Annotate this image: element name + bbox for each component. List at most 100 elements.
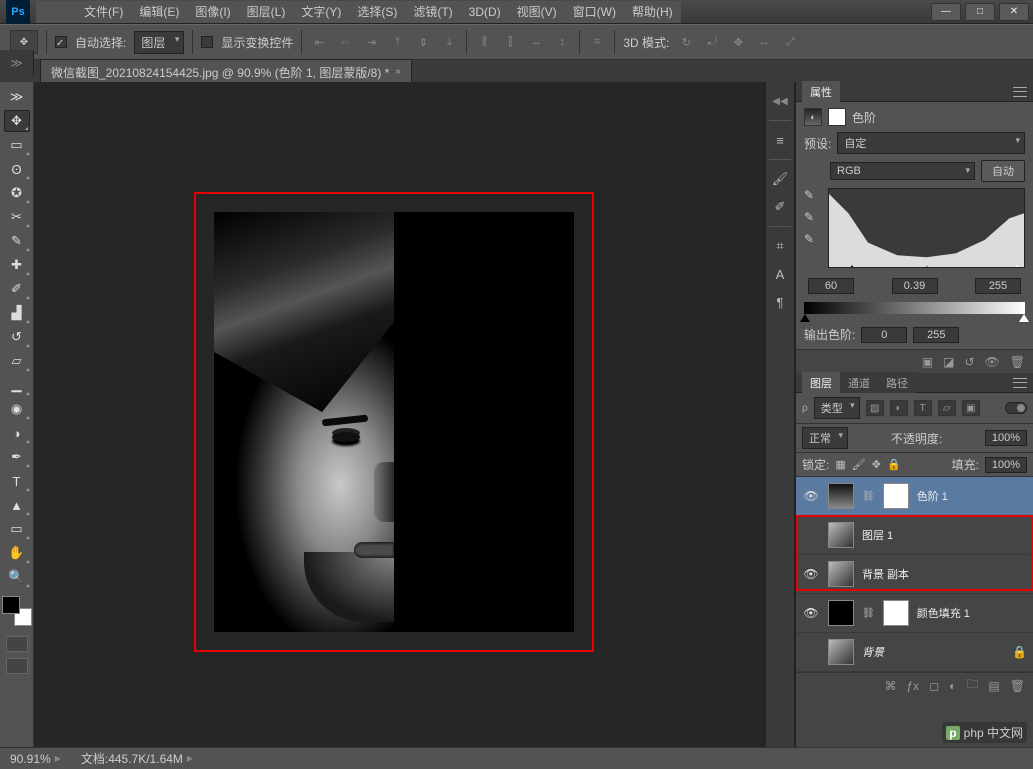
layers-tab[interactable]: 图层 (802, 372, 840, 394)
layer-style-icon[interactable]: ƒx (907, 679, 920, 693)
properties-menu-icon[interactable] (1013, 87, 1027, 97)
input-black-field[interactable]: 60 (808, 278, 854, 294)
quick-mask-toggle[interactable] (6, 636, 28, 652)
output-white-slider[interactable] (1019, 314, 1029, 322)
color-swatches[interactable] (2, 596, 32, 626)
channel-combo[interactable]: RGB (830, 162, 975, 180)
path-select-tool[interactable]: ▲ (4, 494, 30, 516)
layer-name[interactable]: 背景 副本 (862, 566, 909, 582)
layer-visibility-icon[interactable]: 👁 (802, 489, 820, 503)
mask-icon[interactable] (828, 108, 846, 126)
layer-name[interactable]: 色阶 1 (917, 488, 948, 504)
lock-position-icon[interactable]: ✥ (872, 458, 881, 471)
type-tool[interactable]: T (4, 470, 30, 492)
clip-to-layer-icon[interactable]: ▣ (922, 355, 933, 369)
menu-item[interactable]: 选择(S) (349, 3, 405, 20)
layer-row[interactable]: ▫ 图层 1 (796, 516, 1033, 555)
gradient-tool[interactable]: ▁ (4, 374, 30, 396)
align-center-v-icon[interactable]: ⇕ (414, 33, 432, 51)
shadow-slider[interactable] (847, 265, 857, 268)
preset-combo[interactable]: 自定 (837, 132, 1025, 154)
menu-item[interactable]: 视图(V) (509, 3, 565, 20)
character-panel-icon[interactable]: A (769, 263, 791, 285)
layer-visibility-icon[interactable]: ▫ (802, 528, 820, 542)
white-point-eyedropper-icon[interactable]: ✎ (804, 232, 820, 248)
align-left-icon[interactable]: ⇤ (310, 33, 328, 51)
output-black-field[interactable]: 0 (861, 327, 907, 343)
toolbox-collapse-icon[interactable]: ≫ (4, 86, 30, 108)
link-layers-icon[interactable]: ⌘ (885, 679, 897, 693)
layers-tab[interactable]: 路径 (878, 372, 916, 394)
filter-type-icon[interactable]: T (914, 400, 932, 416)
properties-tab[interactable]: 属性 (802, 81, 840, 103)
menu-item[interactable]: 图像(I) (187, 3, 238, 20)
brush-tool[interactable]: ✐ (4, 278, 30, 300)
output-black-slider[interactable] (800, 314, 810, 322)
foreground-color-swatch[interactable] (2, 596, 20, 614)
filter-toggle[interactable] (1005, 402, 1027, 414)
highlight-slider[interactable] (1012, 265, 1022, 268)
pen-tool[interactable]: ✒ (4, 446, 30, 468)
layer-thumb-icon[interactable] (828, 522, 854, 548)
menu-item[interactable]: 滤镜(T) (405, 3, 460, 20)
filter-kind-combo[interactable]: 类型 (814, 397, 860, 419)
input-gamma-field[interactable]: 0.39 (892, 278, 938, 294)
shape-tool[interactable]: ▭ (4, 518, 30, 540)
stamp-tool[interactable]: ▟ (4, 302, 30, 324)
layer-visibility-icon[interactable]: 👁 (802, 606, 820, 620)
filter-shape-icon[interactable]: ▱ (938, 400, 956, 416)
menu-item[interactable]: 帮助(H) (624, 3, 681, 20)
fill-field[interactable]: 100% (985, 457, 1027, 473)
brush-presets-panel-icon[interactable]: ✐ (769, 196, 791, 218)
layer-name[interactable]: 图层 1 (862, 527, 893, 543)
history-panel-icon[interactable]: ≡ (769, 129, 791, 151)
filter-pixel-icon[interactable]: ▧ (866, 400, 884, 416)
window-close[interactable]: ✕ (999, 3, 1029, 21)
layers-tab[interactable]: 通道 (840, 372, 878, 394)
layers-menu-icon[interactable] (1013, 378, 1027, 388)
layer-thumb-icon[interactable] (828, 561, 854, 587)
new-group-icon[interactable]: 🗀 (966, 675, 978, 696)
levels-histogram[interactable] (828, 188, 1025, 268)
eraser-tool[interactable]: ▱ (4, 350, 30, 372)
distribute-spacing-h-icon[interactable]: ↔ (527, 33, 545, 51)
eyedropper-tool[interactable]: ✎ (4, 230, 30, 252)
document-info[interactable]: 文档:445.7K/1.64M (81, 750, 183, 767)
new-layer-icon[interactable]: ▤ (988, 679, 999, 693)
lock-all-icon[interactable]: 🔒 (887, 458, 901, 471)
adjustment-thumb-icon[interactable] (828, 600, 854, 626)
clone-source-panel-icon[interactable]: ⌗ (769, 235, 791, 257)
menu-item[interactable]: 文字(Y) (293, 3, 349, 20)
delete-adjustment-icon[interactable]: 🗑 (1010, 355, 1025, 369)
output-white-field[interactable]: 255 (913, 327, 959, 343)
lasso-tool[interactable]: ʘ (4, 158, 30, 180)
lock-transparency-icon[interactable]: ▦ (835, 458, 845, 471)
paragraph-panel-icon[interactable]: ¶ (769, 291, 791, 313)
auto-select-target-combo[interactable]: 图层 (134, 31, 184, 54)
menu-item[interactable]: 3D(D) (461, 5, 509, 19)
canvas[interactable] (34, 82, 765, 747)
output-gradient[interactable] (804, 302, 1025, 314)
input-white-field[interactable]: 255 (975, 278, 1021, 294)
orbit3d-icon[interactable]: ↻ (677, 33, 695, 51)
window-maximize[interactable]: □ (965, 3, 995, 21)
distribute-h-icon[interactable]: ⫼ (475, 33, 493, 51)
dock-expand-icon[interactable]: ◀◀ (769, 90, 791, 112)
lock-pixels-icon[interactable]: 🖌 (852, 458, 866, 471)
scale3d-icon[interactable]: ⤢ (781, 33, 799, 51)
layer-visibility-icon[interactable]: 👁 (802, 567, 820, 581)
reset-icon[interactable]: ↺ (964, 355, 974, 369)
layer-name[interactable]: 背景 (862, 644, 884, 660)
history-brush-tool[interactable]: ↺ (4, 326, 30, 348)
slide3d-icon[interactable]: ↔ (755, 33, 773, 51)
zoom-tool[interactable]: 🔍 (4, 566, 30, 588)
brush-panel-icon[interactable]: 🖌 (769, 168, 791, 190)
mask-link-icon[interactable]: ⛓ (862, 608, 875, 619)
layer-visibility-icon[interactable]: ▫ (802, 645, 820, 659)
auto-button[interactable]: 自动 (981, 160, 1025, 182)
filter-indicator-icon[interactable]: ρ (802, 403, 808, 414)
screen-mode-toggle[interactable] (6, 658, 28, 674)
distribute-v-icon[interactable]: ⫿ (501, 33, 519, 51)
quick-select-tool[interactable]: ✪ (4, 182, 30, 204)
gray-point-eyedropper-icon[interactable]: ✎ (804, 210, 820, 226)
